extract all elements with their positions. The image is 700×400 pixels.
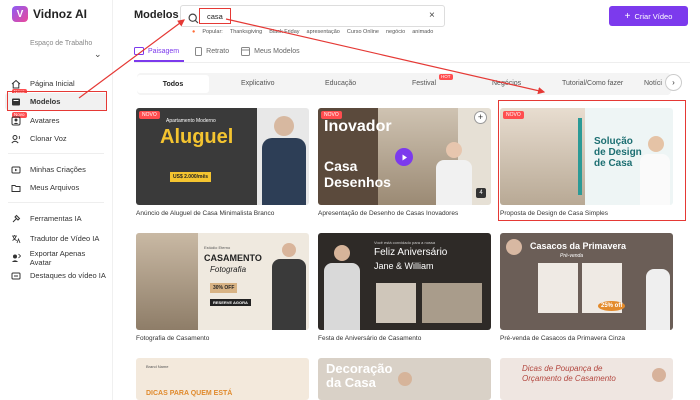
annotation-arrows — [78, 18, 546, 99]
app: V Vidnoz AI Espaço de Trabalho ⌄ Página … — [0, 0, 700, 400]
